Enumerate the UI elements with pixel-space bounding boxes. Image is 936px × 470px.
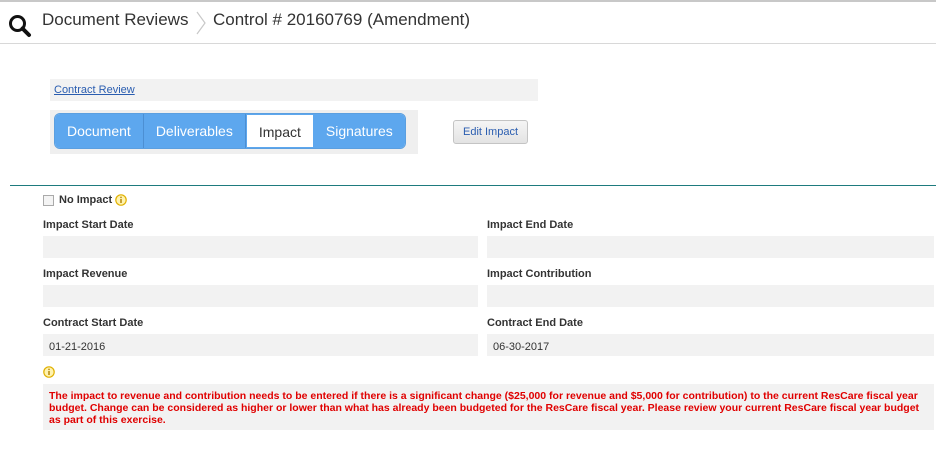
tab-document[interactable]: Document bbox=[55, 114, 144, 148]
info-icon[interactable] bbox=[115, 194, 127, 206]
tab-bar: Document Deliverables Impact Signatures bbox=[54, 113, 406, 149]
impact-revenue-label: Impact Revenue bbox=[43, 268, 128, 280]
edit-impact-button[interactable]: Edit Impact bbox=[453, 120, 528, 144]
search-icon[interactable] bbox=[8, 14, 32, 38]
tab-signatures[interactable]: Signatures bbox=[313, 114, 405, 148]
info-icon bbox=[43, 366, 55, 378]
section-divider bbox=[10, 185, 936, 186]
top-header: Document Reviews Control # 20160769 (Ame… bbox=[0, 0, 936, 44]
impact-start-date-label: Impact Start Date bbox=[43, 219, 134, 231]
impact-end-date-label: Impact End Date bbox=[487, 219, 574, 231]
tab-deliverables[interactable]: Deliverables bbox=[143, 114, 246, 148]
tab-impact[interactable]: Impact bbox=[245, 114, 314, 148]
impact-end-date-field[interactable] bbox=[487, 236, 934, 258]
impact-start-date-field[interactable] bbox=[43, 236, 478, 258]
impact-contribution-field[interactable] bbox=[487, 285, 934, 307]
page-title: Control # 20160769 (Amendment) bbox=[213, 10, 471, 29]
contract-review-link[interactable]: Contract Review bbox=[54, 84, 135, 96]
tab-container: Document Deliverables Impact Signatures bbox=[50, 110, 418, 154]
impact-revenue-field[interactable] bbox=[43, 285, 478, 307]
contract-review-bar: Contract Review bbox=[50, 79, 538, 101]
contract-start-date-value: 01-21-2016 bbox=[43, 334, 478, 356]
impact-contribution-label: Impact Contribution bbox=[487, 268, 592, 280]
chevron-right-icon bbox=[196, 11, 206, 35]
no-impact-label: No Impact bbox=[59, 194, 113, 206]
contract-end-date-label: Contract End Date bbox=[487, 317, 583, 329]
no-impact-checkbox[interactable] bbox=[43, 194, 54, 206]
contract-end-date-value: 06-30-2017 bbox=[487, 334, 934, 356]
impact-notice: The impact to revenue and contribution n… bbox=[43, 384, 934, 430]
no-impact-row: No Impact bbox=[43, 194, 127, 206]
contract-start-date-label: Contract Start Date bbox=[43, 317, 144, 329]
breadcrumb-section[interactable]: Document Reviews bbox=[42, 10, 188, 30]
